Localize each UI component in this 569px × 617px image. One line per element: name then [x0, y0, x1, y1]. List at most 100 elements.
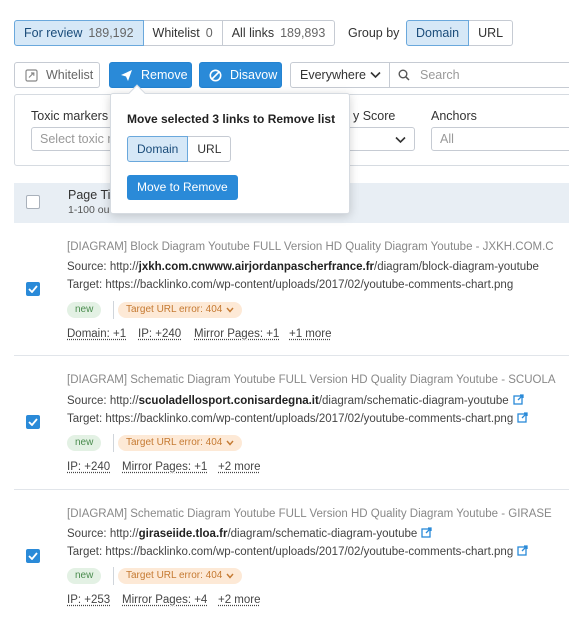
target-url[interactable]: Target: https://backlinko.com/wp-content… [67, 412, 528, 425]
external-link-icon[interactable] [513, 394, 524, 405]
new-badge: new [67, 302, 102, 318]
tab-whitelist[interactable]: Whitelist 0 [143, 20, 223, 46]
toxicity-score-label: y Score [353, 109, 396, 123]
table-row: [DIAGRAM] Schematic Diagram Youtube FULL… [14, 491, 569, 617]
source-domain: scuoladellosport.conisardegna.it [138, 395, 319, 407]
anchors-select[interactable]: All [431, 127, 569, 151]
source-label: Source: [67, 261, 107, 273]
send-icon [121, 69, 132, 81]
page-title[interactable]: [DIAGRAM] Block Diagram Youtube FULL Ver… [67, 241, 554, 253]
anchors-label: Anchors [431, 109, 477, 123]
group-by-url-option[interactable]: URL [469, 20, 514, 46]
error-badge[interactable]: Target URL error: 404 [118, 435, 243, 451]
more-metrics-link[interactable]: +2 more [218, 594, 261, 606]
chevron-down-icon [226, 307, 234, 313]
more-metrics-link[interactable]: +2 more [218, 461, 261, 473]
external-link-icon[interactable] [421, 527, 432, 538]
error-badge[interactable]: Target URL error: 404 [118, 568, 243, 584]
move-to-remove-button[interactable]: Move to Remove [127, 175, 238, 200]
more-metrics-link[interactable]: +1 more [289, 328, 332, 340]
remove-button[interactable]: Remove [109, 62, 192, 88]
disavow-button[interactable]: Disavow [199, 62, 282, 88]
popover-scope-toggle: Domain URL [127, 136, 232, 162]
target-url[interactable]: Target: https://backlinko.com/wp-content… [67, 279, 513, 291]
tab-all-links[interactable]: All links 189,893 [222, 20, 336, 46]
table-row: [DIAGRAM] Block Diagram Youtube FULL Ver… [14, 224, 569, 356]
error-text: Target URL error: 404 [126, 304, 223, 315]
toxic-markers-label: Toxic markers [31, 109, 109, 123]
select-all-checkbox[interactable] [26, 195, 40, 209]
divider [113, 434, 114, 452]
ip-metric[interactable]: IP: +240 [138, 328, 181, 340]
tab-label: For review [24, 26, 83, 40]
group-by-toggle: Domain URL [406, 20, 514, 46]
source-prefix: http:// [109, 395, 139, 407]
domain-metric[interactable]: Domain: +1 [67, 328, 126, 340]
target-url-text: https://backlinko.com/wp-content/uploads… [105, 279, 514, 291]
target-url-text: https://backlinko.com/wp-content/uploads… [105, 413, 514, 425]
search-input[interactable]: Search [390, 62, 569, 88]
remove-label: Remove [141, 68, 188, 82]
scope-select[interactable]: Everywhere [290, 62, 390, 88]
divider [113, 301, 114, 319]
mirror-pages-metric[interactable]: Mirror Pages: +1 [194, 328, 279, 340]
tab-count: 189,192 [88, 26, 134, 40]
source-prefix: http:// [109, 261, 139, 273]
scope-value: Everywhere [300, 68, 366, 82]
move-to-remove-popover: Move selected 3 links to Remove list Dom… [110, 84, 350, 214]
target-url[interactable]: Target: https://backlinko.com/wp-content… [67, 545, 528, 558]
error-text: Target URL error: 404 [126, 437, 223, 448]
tab-count: 189,893 [280, 26, 326, 40]
source-path: /diagram/schematic-diagram-youtube [227, 528, 418, 540]
row-checkbox[interactable] [26, 282, 40, 296]
chevron-down-icon [226, 573, 234, 579]
source-url[interactable]: Source: http://giraseiide.tloa.fr/diagra… [67, 527, 432, 540]
source-domain: giraseiide.tloa.fr [138, 528, 228, 540]
group-by-domain-option[interactable]: Domain [406, 20, 470, 46]
block-icon [209, 69, 222, 81]
error-text: Target URL error: 404 [126, 570, 223, 581]
table-row: [DIAGRAM] Schematic Diagram Youtube FULL… [14, 357, 569, 490]
mirror-pages-metric[interactable]: Mirror Pages: +1 [122, 461, 207, 473]
source-url[interactable]: Source: http://jxkh.com.cnwww.airjordanp… [67, 261, 539, 273]
chevron-down-icon [370, 71, 381, 79]
source-path: /diagram/block-diagram-youtube [374, 261, 539, 273]
mirror-pages-metric[interactable]: Mirror Pages: +4 [122, 594, 207, 606]
external-link-icon[interactable] [517, 412, 528, 423]
source-path: /diagram/schematic-diagram-youtube [318, 395, 509, 407]
popover-domain-option[interactable]: Domain [127, 136, 189, 162]
whitelist-button[interactable]: Whitelist [14, 62, 100, 88]
external-link-icon[interactable] [517, 545, 528, 556]
page-title[interactable]: [DIAGRAM] Schematic Diagram Youtube FULL… [67, 508, 552, 520]
checkmark-icon [28, 285, 38, 293]
divider [113, 567, 114, 585]
target-label: Target: [67, 413, 103, 425]
source-prefix: http:// [109, 528, 139, 540]
results-range: 1-100 ou [68, 204, 110, 216]
toxic-markers-select[interactable]: Select toxic m [31, 127, 121, 151]
new-badge: new [67, 435, 102, 451]
checkmark-icon [28, 552, 38, 560]
chevron-down-icon [395, 136, 406, 144]
source-url[interactable]: Source: http://scuoladellosport.conisard… [67, 394, 524, 407]
chevron-down-icon [226, 440, 234, 446]
target-url-text: https://backlinko.com/wp-content/uploads… [105, 546, 514, 558]
disavow-label: Disavow [230, 68, 278, 82]
page-title-column-header[interactable]: Page Tit [68, 188, 114, 202]
source-domain: jxkh.com.cnwww.airjordanpascherfrance.fr [138, 261, 375, 273]
toxicity-score-select[interactable] [345, 127, 415, 151]
source-label: Source: [67, 528, 107, 540]
row-checkbox[interactable] [26, 415, 40, 429]
link-status-tabs: For review 189,192 Whitelist 0 All links 18… [14, 20, 336, 46]
row-checkbox[interactable] [26, 549, 40, 563]
error-badge[interactable]: Target URL error: 404 [118, 302, 243, 318]
group-by-label: Group by [348, 26, 400, 40]
page-title[interactable]: [DIAGRAM] Schematic Diagram Youtube FULL… [67, 374, 556, 386]
popover-url-option[interactable]: URL [188, 136, 232, 162]
popover-title: Move selected 3 links to Remove list [127, 112, 336, 126]
ip-metric[interactable]: IP: +240 [67, 461, 110, 473]
ip-metric[interactable]: IP: +253 [67, 594, 110, 606]
search-icon [398, 69, 410, 81]
search-placeholder: Search [420, 68, 460, 82]
tab-for-review[interactable]: For review 189,192 [14, 20, 144, 46]
